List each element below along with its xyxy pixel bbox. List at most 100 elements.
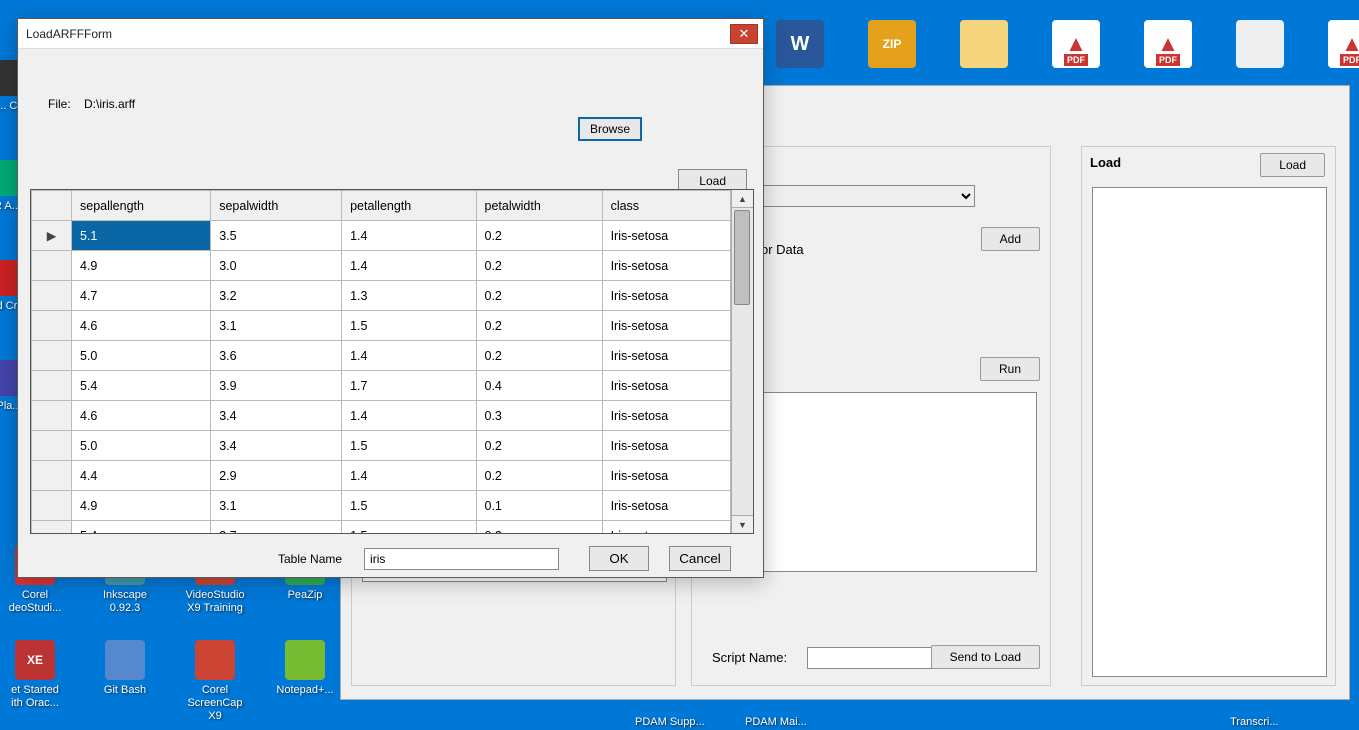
cell[interactable]: 3.9 [211,371,342,401]
cell[interactable]: Iris-setosa [602,371,730,401]
cell[interactable]: 5.1 [72,221,211,251]
table-name-input[interactable] [364,548,559,570]
cell[interactable]: 5.0 [72,341,211,371]
table-row[interactable]: 4.93.01.40.2Iris-setosa [32,251,731,281]
script-name-input[interactable] [807,647,937,669]
cell[interactable]: Iris-setosa [602,311,730,341]
cell[interactable]: 3.1 [211,311,342,341]
table-row[interactable]: 4.63.11.50.2Iris-setosa [32,311,731,341]
cell[interactable]: Iris-setosa [602,401,730,431]
cell[interactable]: 3.5 [211,221,342,251]
cell[interactable]: 0.2 [476,311,602,341]
add-button[interactable]: Add [981,227,1040,251]
table-row[interactable]: 4.73.21.30.2Iris-setosa [32,281,731,311]
browse-button[interactable]: Browse [578,117,642,141]
cell[interactable]: 1.7 [342,371,476,401]
cell[interactable]: 5.0 [72,431,211,461]
desktop-icon[interactable]: Notepad+... [270,640,340,697]
cell[interactable]: 1.3 [342,281,476,311]
scroll-down-icon[interactable]: ▼ [732,515,753,533]
run-button[interactable]: Run [980,357,1040,381]
column-header[interactable]: sepalwidth [211,191,342,221]
cell[interactable]: Iris-setosa [602,281,730,311]
desktop-icon[interactable]: XEet Startedith Orac... [0,640,70,710]
data-grid[interactable]: sepallengthsepalwidthpetallengthpetalwid… [30,189,754,534]
cell[interactable]: 0.2 [476,521,602,534]
load-button-right[interactable]: Load [1260,153,1325,177]
cell[interactable]: 1.5 [342,491,476,521]
cell[interactable]: 3.4 [211,431,342,461]
cell[interactable]: 0.2 [476,221,602,251]
cell[interactable]: 0.4 [476,371,602,401]
cell[interactable]: 0.2 [476,281,602,311]
table-row[interactable]: ▶5.13.51.40.2Iris-setosa [32,221,731,251]
cell[interactable]: 3.4 [211,401,342,431]
cell[interactable]: 1.4 [342,401,476,431]
column-header[interactable]: sepallength [72,191,211,221]
cell[interactable]: Iris-setosa [602,461,730,491]
cancel-button[interactable]: Cancel [669,546,731,571]
desktop-icon[interactable]: ZIP [857,20,927,72]
titlebar[interactable]: LoadARFFForm ✕ [18,19,763,49]
desktop-icon[interactable]: ▲PDF [1133,20,1203,72]
close-icon[interactable]: ✕ [730,24,758,44]
cell[interactable]: 1.5 [342,521,476,534]
table-row[interactable]: 5.03.61.40.2Iris-setosa [32,341,731,371]
cell[interactable]: 5.4 [72,521,211,534]
taskbar-item[interactable]: PDAM Mai... [745,716,807,728]
cell[interactable]: 3.1 [211,491,342,521]
cell[interactable]: 4.6 [72,311,211,341]
cell[interactable]: Iris-setosa [602,251,730,281]
cell[interactable]: 0.3 [476,401,602,431]
cell[interactable]: Iris-setosa [602,221,730,251]
load-listbox[interactable] [1092,187,1327,677]
column-header[interactable]: class [602,191,730,221]
table-row[interactable]: 5.43.71.50.2Iris-setosa [32,521,731,534]
send-to-load-button[interactable]: Send to Load [931,645,1040,669]
table-row[interactable]: 4.93.11.50.1Iris-setosa [32,491,731,521]
cell[interactable]: 4.9 [72,491,211,521]
cell[interactable]: 2.9 [211,461,342,491]
cell[interactable]: 0.2 [476,431,602,461]
cell[interactable]: Iris-setosa [602,521,730,534]
desktop-icon[interactable]: W [765,20,835,72]
column-header[interactable]: petalwidth [476,191,602,221]
scroll-thumb[interactable] [734,210,750,305]
taskbar-item[interactable]: Transcri... [1230,716,1279,728]
table-row[interactable]: 5.03.41.50.2Iris-setosa [32,431,731,461]
cell[interactable]: 4.7 [72,281,211,311]
cell[interactable]: 3.0 [211,251,342,281]
cell[interactable]: 1.5 [342,431,476,461]
cell[interactable]: 5.4 [72,371,211,401]
cell[interactable]: 0.2 [476,341,602,371]
taskbar-item[interactable]: PDAM Supp... [635,716,705,728]
scroll-up-icon[interactable]: ▲ [732,190,753,208]
cell[interactable]: 1.4 [342,251,476,281]
table-row[interactable]: 5.43.91.70.4Iris-setosa [32,371,731,401]
cell[interactable]: 4.6 [72,401,211,431]
cell[interactable]: 0.2 [476,251,602,281]
cell[interactable]: Iris-setosa [602,341,730,371]
desktop-icon[interactable]: Git Bash [90,640,160,697]
cell[interactable]: 4.4 [72,461,211,491]
cell[interactable]: Iris-setosa [602,431,730,461]
column-header[interactable]: petallength [342,191,476,221]
grid-scrollbar[interactable]: ▲ ▼ [731,190,753,533]
cell[interactable]: 0.1 [476,491,602,521]
desktop-icon[interactable]: ▲PDF [1317,20,1359,72]
cell[interactable]: 3.2 [211,281,342,311]
table-row[interactable]: 4.63.41.40.3Iris-setosa [32,401,731,431]
cell[interactable]: 0.2 [476,461,602,491]
desktop-icon[interactable]: CorelScreenCap X9 [180,640,250,724]
desktop-icon[interactable] [1225,20,1295,72]
cell[interactable]: 1.4 [342,341,476,371]
cell[interactable]: 1.5 [342,311,476,341]
desktop-icon[interactable] [949,20,1019,72]
cell[interactable]: 4.9 [72,251,211,281]
ok-button[interactable]: OK [589,546,649,571]
table-row[interactable]: 4.42.91.40.2Iris-setosa [32,461,731,491]
cell[interactable]: 1.4 [342,221,476,251]
cell[interactable]: 3.7 [211,521,342,534]
cell[interactable]: 3.6 [211,341,342,371]
cell[interactable]: Iris-setosa [602,491,730,521]
